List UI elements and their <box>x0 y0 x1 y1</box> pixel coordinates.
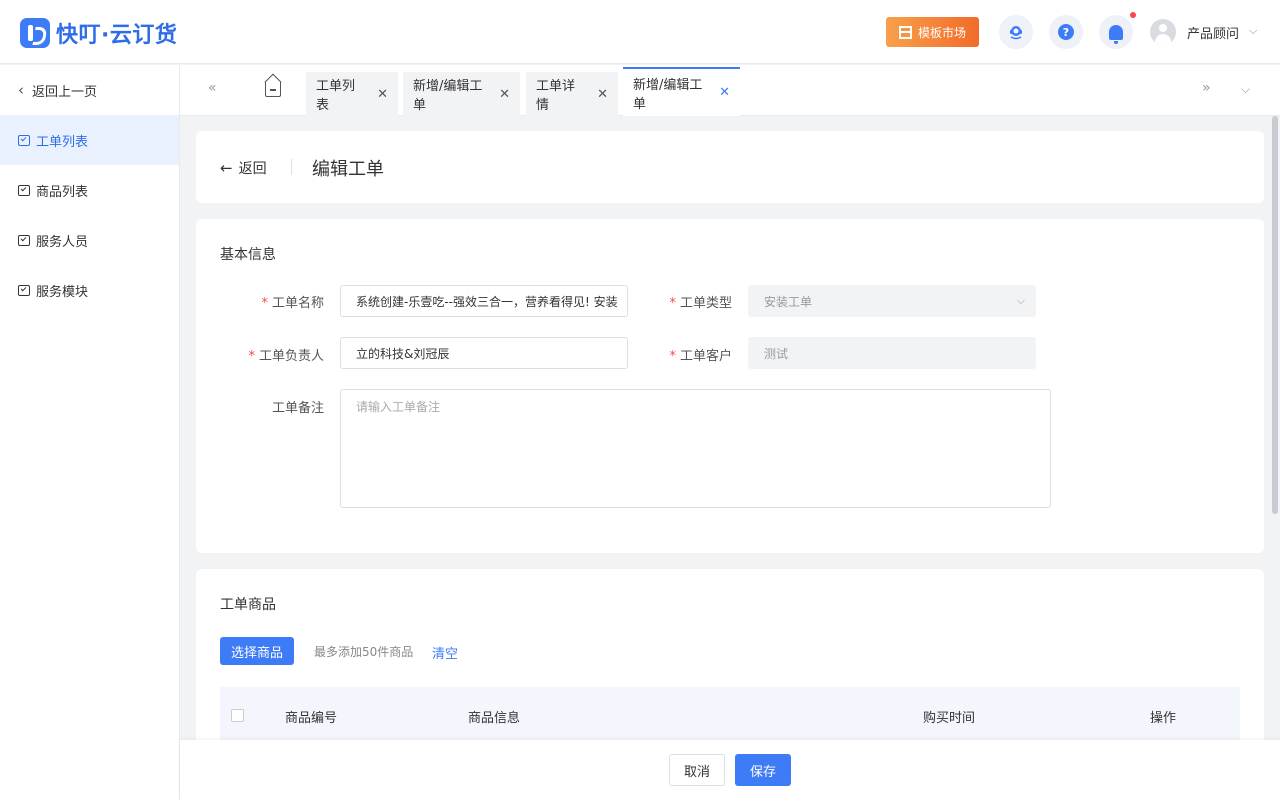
back-to-previous[interactable]: ‹ 返回上一页 <box>0 65 179 115</box>
sidebar-item-modules[interactable]: 服务模块 <box>0 265 179 315</box>
tab-label: 工单详情 <box>536 79 576 113</box>
select-all-checkbox[interactable] <box>231 709 244 722</box>
select-goods-button[interactable]: 选择商品 <box>220 637 294 665</box>
tab-label: 新增/编辑工单 <box>413 79 483 113</box>
basic-info-card: 基本信息 * 工单名称 系统创建-乐壹吃--强效三合一，营养看得见! 安装 * 工单… <box>196 219 1264 553</box>
support-icon <box>1010 26 1022 40</box>
top-header: 快叮·云订货 模板市场 ? 产品顾问 ⌵ <box>0 0 1280 64</box>
save-button[interactable]: 保存 <box>735 754 791 786</box>
column-header: 购买时间 <box>923 711 976 726</box>
column-header: 商品信息 <box>468 711 521 726</box>
owner-input[interactable]: 立的科技&刘冠辰 <box>340 337 628 369</box>
notification-button[interactable] <box>1099 15 1133 49</box>
tab-edit-work-order[interactable]: 新增/编辑工单 ✕ <box>403 72 520 116</box>
remark-label: 工单备注 <box>271 401 324 416</box>
logo-mark-icon <box>20 18 50 48</box>
divider <box>291 159 292 175</box>
help-icon: ? <box>1058 24 1074 40</box>
sidebar-item-label: 商品列表 <box>36 184 89 200</box>
sidebar-item-products[interactable]: 商品列表 <box>0 165 179 215</box>
template-market-button[interactable]: 模板市场 <box>886 17 979 47</box>
tab-work-order-list[interactable]: 工单列表 ✕ <box>306 72 398 116</box>
checklist-icon <box>18 284 30 296</box>
help-button[interactable]: ? <box>1049 15 1083 49</box>
scroll-tabs-right-icon[interactable]: » <box>1202 80 1211 96</box>
sidebar-item-label: 服务人员 <box>36 234 89 250</box>
sidebar-item-work-orders[interactable]: 工单列表 <box>0 115 179 165</box>
section-title-basic-info: 基本信息 <box>220 247 276 263</box>
checklist-icon <box>18 134 30 146</box>
back-to-previous-label: 返回上一页 <box>32 84 98 100</box>
template-icon <box>898 25 912 39</box>
scrollbar[interactable] <box>1272 116 1278 514</box>
work-order-type-label: * 工单类型 <box>669 296 732 311</box>
user-name[interactable]: 产品顾问 <box>1187 23 1239 42</box>
goods-limit-hint: 最多添加50件商品 <box>314 645 414 659</box>
goods-card: 工单商品 选择商品 最多添加50件商品 清空 商品编号 商品信息 购买时间 操作 <box>196 569 1264 749</box>
bell-icon <box>1109 24 1123 44</box>
goods-table-header: 商品编号 商品信息 购买时间 操作 <box>220 687 1240 743</box>
tab-bar: « 工单列表 ✕ 新增/编辑工单 ✕ 工单详情 ✕ 新增/编辑工单 ✕ » ⌵ <box>180 65 1280 116</box>
footer-actions: 取消 保存 <box>180 740 1280 800</box>
chevron-down-icon[interactable]: ⌵ <box>1249 24 1257 38</box>
close-icon[interactable]: ✕ <box>719 85 730 100</box>
clear-goods-link[interactable]: 清空 <box>432 643 458 662</box>
sidebar-item-label: 服务模块 <box>36 284 89 300</box>
section-title-goods: 工单商品 <box>220 597 276 613</box>
customer-label: * 工单客户 <box>669 349 732 364</box>
work-order-name-label: * 工单名称 <box>261 296 324 311</box>
arrow-left-icon: ← <box>220 159 233 177</box>
remark-textarea[interactable]: 请输入工单备注 <box>340 389 1051 508</box>
page-title: 编辑工单 <box>312 159 384 180</box>
title-card: ← 返回 编辑工单 <box>196 131 1264 203</box>
back-label: 返回 <box>238 161 267 177</box>
template-market-label: 模板市场 <box>917 25 966 40</box>
brand-name: 快叮·云订货 <box>56 23 178 48</box>
column-header: 操作 <box>1150 711 1177 726</box>
close-icon[interactable]: ✕ <box>377 87 388 102</box>
sidebar-item-staff[interactable]: 服务人员 <box>0 215 179 265</box>
back-button[interactable]: ← 返回 <box>220 158 267 178</box>
work-order-name-input[interactable]: 系统创建-乐壹吃--强效三合一，营养看得见! 安装 <box>340 285 628 317</box>
owner-label: * 工单负责人 <box>248 349 324 364</box>
tab-work-order-detail[interactable]: 工单详情 ✕ <box>526 72 618 116</box>
close-icon[interactable]: ✕ <box>597 87 608 102</box>
sidebar-item-label: 工单列表 <box>36 134 89 150</box>
chevron-down-icon: ⌵ <box>1016 294 1025 307</box>
avatar[interactable] <box>1150 19 1176 45</box>
checklist-icon <box>18 184 30 196</box>
chevron-left-icon: ‹ <box>18 81 24 99</box>
tab-label: 新增/编辑工单 <box>633 77 703 112</box>
close-icon[interactable]: ✕ <box>499 87 510 102</box>
notification-dot <box>1130 12 1136 18</box>
cancel-button[interactable]: 取消 <box>669 754 725 786</box>
customer-input[interactable]: 测试 <box>748 337 1036 369</box>
tab-edit-work-order-active[interactable]: 新增/编辑工单 ✕ <box>623 67 740 116</box>
brand-logo[interactable]: 快叮·云订货 <box>20 17 177 49</box>
tabs-menu-chevron-icon[interactable]: ⌵ <box>1241 82 1250 97</box>
column-header: 商品编号 <box>285 711 338 726</box>
sidebar: ‹ 返回上一页 工单列表 商品列表 服务人员 服务模块 <box>0 65 180 800</box>
work-order-type-select[interactable]: 安装工单 ⌵ <box>748 285 1036 317</box>
checklist-icon <box>18 234 30 246</box>
tab-label: 工单列表 <box>316 79 356 113</box>
support-button[interactable] <box>999 15 1033 49</box>
home-icon[interactable] <box>265 82 281 97</box>
scroll-tabs-left-icon[interactable]: « <box>208 80 217 96</box>
